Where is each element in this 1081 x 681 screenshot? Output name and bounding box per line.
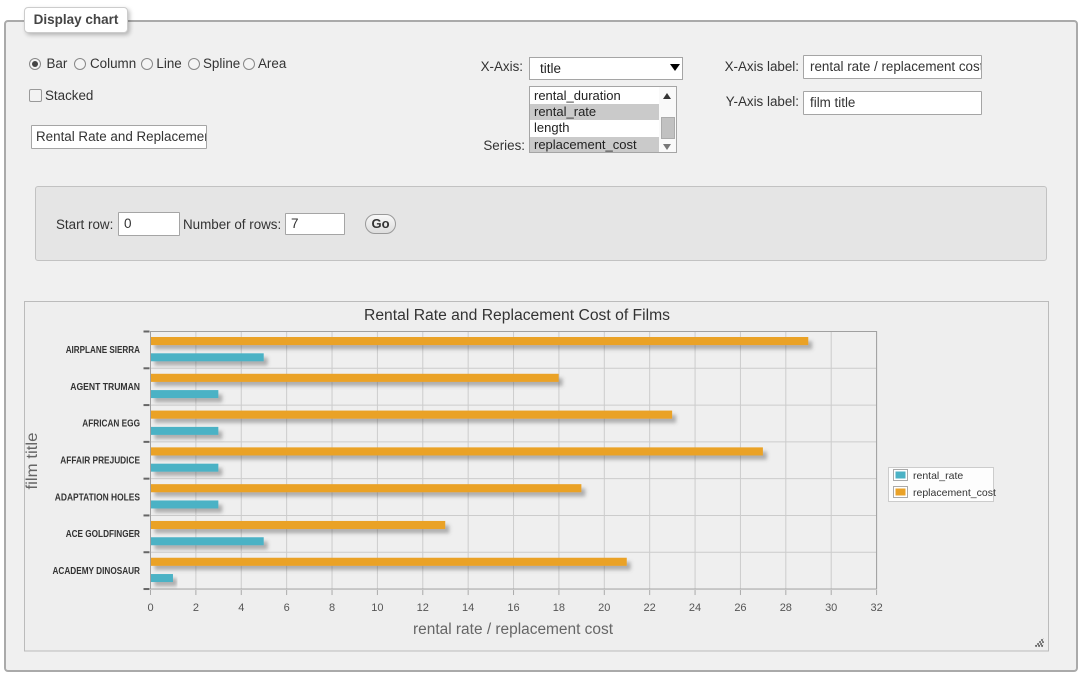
svg-text:10: 10 (371, 602, 383, 614)
svg-text:20: 20 (598, 602, 610, 614)
svg-text:0: 0 (147, 602, 153, 614)
svg-text:rental rate / replacement cost: rental rate / replacement cost (413, 621, 614, 638)
svg-text:16: 16 (507, 602, 519, 614)
svg-text:AGENT TRUMAN: AGENT TRUMAN (70, 382, 140, 393)
svg-text:12: 12 (417, 602, 429, 614)
svg-text:ADAPTATION HOLES: ADAPTATION HOLES (55, 492, 140, 503)
svg-text:6: 6 (284, 602, 290, 614)
svg-text:AFFAIR PREJUDICE: AFFAIR PREJUDICE (60, 455, 140, 466)
svg-text:28: 28 (780, 602, 792, 614)
svg-text:8: 8 (329, 602, 335, 614)
svg-text:30: 30 (825, 602, 837, 614)
svg-text:2: 2 (193, 602, 199, 614)
svg-text:26: 26 (734, 602, 746, 614)
svg-text:32: 32 (870, 602, 882, 614)
svg-text:24: 24 (689, 602, 701, 614)
svg-text:film title: film title (24, 433, 41, 490)
svg-text:22: 22 (644, 602, 656, 614)
svg-text:replacement_cost: replacement_cost (913, 487, 996, 499)
svg-text:ACE GOLDFINGER: ACE GOLDFINGER (66, 529, 141, 540)
svg-text:AFRICAN EGG: AFRICAN EGG (82, 419, 140, 430)
svg-text:rental_rate: rental_rate (913, 470, 963, 482)
svg-text:ACADEMY DINOSAUR: ACADEMY DINOSAUR (53, 566, 141, 577)
svg-text:4: 4 (238, 602, 244, 614)
svg-text:Rental Rate and Replacement Co: Rental Rate and Replacement Cost of Film… (364, 307, 670, 324)
svg-text:AIRPLANE SIERRA: AIRPLANE SIERRA (66, 345, 140, 356)
svg-text:18: 18 (553, 602, 565, 614)
svg-text:14: 14 (462, 602, 474, 614)
